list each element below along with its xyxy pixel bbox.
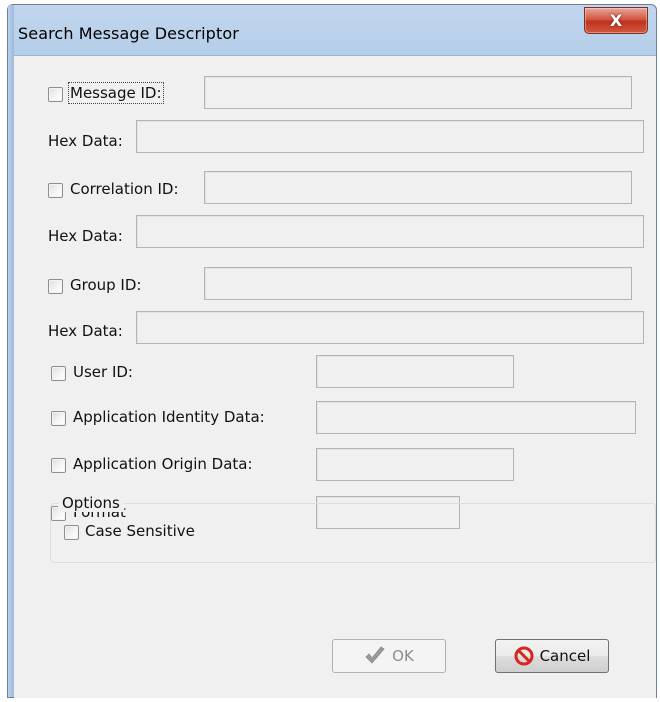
close-button[interactable]: X: [584, 7, 648, 34]
group-id-label: Group ID:: [70, 276, 142, 294]
no-entry-icon: [514, 646, 534, 666]
correlation-id-input[interactable]: [204, 171, 632, 204]
close-icon: X: [609, 11, 623, 30]
case-sensitive-checkbox[interactable]: [64, 525, 79, 540]
app-origin-input[interactable]: [316, 448, 514, 481]
ok-button[interactable]: OK: [332, 639, 446, 673]
user-id-label: User ID:: [73, 363, 133, 381]
title-bar[interactable]: Search Message Descriptor X: [8, 5, 656, 55]
case-sensitive-label: Case Sensitive: [85, 522, 195, 540]
message-id-label: Message ID:: [68, 82, 164, 104]
group-hex-label: Hex Data:: [48, 322, 123, 340]
dialog-window: Search Message Descriptor X Message ID: …: [7, 4, 657, 698]
app-identity-checkbox[interactable]: [51, 411, 66, 426]
message-hex-label: Hex Data:: [48, 132, 123, 150]
cancel-label: Cancel: [539, 647, 591, 665]
cancel-button[interactable]: Cancel: [495, 639, 609, 673]
dialog-body: Message ID: Hex Data: Correlation ID: He…: [14, 55, 656, 698]
correlation-id-label: Correlation ID:: [70, 180, 179, 198]
correlation-id-checkbox[interactable]: [48, 183, 63, 198]
correlation-hex-input[interactable]: [136, 215, 644, 248]
window-title: Search Message Descriptor: [18, 24, 239, 43]
ok-label: OK: [392, 647, 414, 665]
app-origin-label: Application Origin Data:: [73, 455, 253, 473]
message-hex-input[interactable]: [136, 120, 644, 153]
checkmark-icon: [364, 646, 386, 666]
message-id-checkbox[interactable]: [48, 87, 63, 102]
group-id-input[interactable]: [204, 267, 632, 300]
user-id-input[interactable]: [316, 355, 514, 388]
group-id-checkbox[interactable]: [48, 279, 63, 294]
app-identity-input[interactable]: [316, 401, 636, 434]
app-identity-label: Application Identity Data:: [73, 408, 265, 426]
message-id-input[interactable]: [204, 76, 632, 109]
correlation-hex-label: Hex Data:: [48, 227, 123, 245]
app-origin-checkbox[interactable]: [51, 458, 66, 473]
group-hex-input[interactable]: [136, 311, 644, 344]
user-id-checkbox[interactable]: [51, 366, 66, 381]
options-title: Options: [58, 494, 124, 512]
